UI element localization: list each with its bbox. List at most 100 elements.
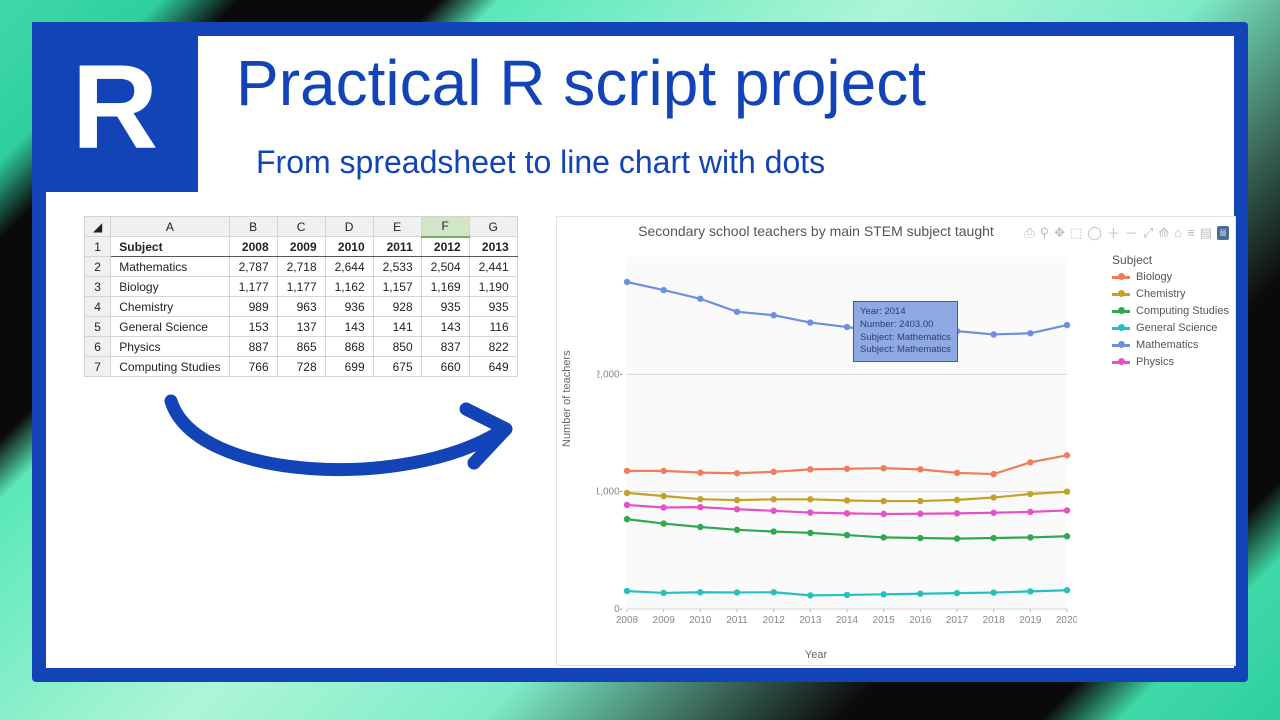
box-select-icon[interactable]: ⬚ (1070, 225, 1082, 241)
cell[interactable]: 699 (325, 357, 373, 377)
cell[interactable]: 2013 (469, 237, 517, 257)
cell[interactable]: 963 (277, 297, 325, 317)
legend-item[interactable]: Biology (1112, 271, 1229, 283)
legend-item[interactable]: Physics (1112, 356, 1229, 368)
row-number[interactable]: 3 (85, 277, 111, 297)
cell[interactable]: 1,190 (469, 277, 517, 297)
cell[interactable]: 1,177 (229, 277, 277, 297)
svg-text:2013: 2013 (799, 615, 822, 626)
row-number[interactable]: 7 (85, 357, 111, 377)
cell[interactable]: 865 (277, 337, 325, 357)
zoom-in-icon[interactable]: ＋ (1107, 223, 1120, 242)
cell[interactable]: 837 (421, 337, 469, 357)
legend-item[interactable]: Mathematics (1112, 339, 1229, 351)
plotly-badge-icon[interactable]: lil (1217, 226, 1229, 240)
cell[interactable]: 143 (421, 317, 469, 337)
cell[interactable]: Biology (111, 277, 229, 297)
line-chart[interactable]: 0-1,000-2,000-20082009201020112012201320… (597, 249, 1077, 639)
row-number[interactable]: 1 (85, 237, 111, 257)
lasso-icon[interactable]: ◯ (1087, 225, 1102, 241)
cell[interactable]: 2,644 (325, 257, 373, 277)
cell[interactable]: 116 (469, 317, 517, 337)
cell[interactable]: 822 (469, 337, 517, 357)
cell[interactable]: 2011 (373, 237, 421, 257)
cell[interactable]: 649 (469, 357, 517, 377)
svg-text:0-: 0- (614, 604, 623, 615)
cell[interactable]: 2,504 (421, 257, 469, 277)
cell[interactable]: 2,441 (469, 257, 517, 277)
cell[interactable]: Computing Studies (111, 357, 229, 377)
cell[interactable]: 141 (373, 317, 421, 337)
legend-title: Subject (1112, 253, 1229, 267)
legend-label: Computing Studies (1136, 305, 1229, 317)
col-header[interactable]: G (469, 217, 517, 237)
spike-icon[interactable]: ≡ (1187, 225, 1195, 240)
svg-text:2014: 2014 (836, 615, 859, 626)
col-header[interactable]: F (421, 217, 469, 237)
cell[interactable]: 935 (421, 297, 469, 317)
cell[interactable]: 2012 (421, 237, 469, 257)
svg-text:2008: 2008 (616, 615, 639, 626)
svg-text:2011: 2011 (726, 615, 748, 626)
cell[interactable]: 675 (373, 357, 421, 377)
row-number[interactable]: 6 (85, 337, 111, 357)
cell[interactable]: 2,718 (277, 257, 325, 277)
x-axis-label: Year (557, 649, 1075, 661)
cell[interactable]: Chemistry (111, 297, 229, 317)
legend-item[interactable]: Computing Studies (1112, 305, 1229, 317)
cell[interactable]: 1,157 (373, 277, 421, 297)
row-number[interactable]: 2 (85, 257, 111, 277)
home-icon[interactable]: ⌂ (1174, 225, 1182, 240)
cell[interactable]: 2,533 (373, 257, 421, 277)
zoom-out-icon[interactable]: － (1125, 223, 1138, 242)
pan-icon[interactable]: ✥ (1054, 225, 1065, 241)
row-number[interactable]: 5 (85, 317, 111, 337)
cell[interactable]: 137 (277, 317, 325, 337)
cell[interactable]: 935 (469, 297, 517, 317)
cell[interactable]: 2,787 (229, 257, 277, 277)
arrow-icon (156, 391, 536, 501)
cell[interactable]: 1,169 (421, 277, 469, 297)
autoscale-icon[interactable]: ⤢ (1143, 225, 1153, 241)
cell[interactable]: 936 (325, 297, 373, 317)
col-header[interactable]: A (111, 217, 229, 237)
cell[interactable]: 2008 (229, 237, 277, 257)
cell[interactable]: 989 (229, 297, 277, 317)
cell[interactable]: Mathematics (111, 257, 229, 277)
col-header[interactable]: C (277, 217, 325, 237)
zoom-icon[interactable]: ⚲ (1040, 225, 1050, 241)
hover-icon[interactable]: ▤ (1200, 225, 1212, 241)
cell[interactable]: 2009 (277, 237, 325, 257)
cell[interactable]: 868 (325, 337, 373, 357)
cell[interactable]: 2010 (325, 237, 373, 257)
cell[interactable]: General Science (111, 317, 229, 337)
reset-icon[interactable]: ⟰ (1158, 225, 1169, 241)
svg-text:2,000-: 2,000- (597, 369, 623, 380)
legend-label: Physics (1136, 356, 1174, 368)
svg-text:2018: 2018 (983, 615, 1006, 626)
legend-item[interactable]: General Science (1112, 322, 1229, 334)
cell[interactable]: 887 (229, 337, 277, 357)
page-title: Practical R script project (236, 46, 926, 120)
cell[interactable]: 660 (421, 357, 469, 377)
cell[interactable]: Subject (111, 237, 229, 257)
cell[interactable]: 1,162 (325, 277, 373, 297)
legend-item[interactable]: Chemistry (1112, 288, 1229, 300)
cell[interactable]: 766 (229, 357, 277, 377)
svg-text:2015: 2015 (873, 615, 896, 626)
cell[interactable]: Physics (111, 337, 229, 357)
row-number[interactable]: 4 (85, 297, 111, 317)
camera-icon[interactable]: ⎙ (1024, 225, 1034, 241)
cell[interactable]: 928 (373, 297, 421, 317)
cell[interactable]: 728 (277, 357, 325, 377)
svg-text:2017: 2017 (946, 615, 969, 626)
cell[interactable]: 143 (325, 317, 373, 337)
col-header[interactable]: E (373, 217, 421, 237)
svg-text:2012: 2012 (763, 615, 786, 626)
cell[interactable]: 153 (229, 317, 277, 337)
col-header[interactable]: B (229, 217, 277, 237)
cell[interactable]: 1,177 (277, 277, 325, 297)
cell[interactable]: 850 (373, 337, 421, 357)
col-header[interactable]: D (325, 217, 373, 237)
svg-text:2019: 2019 (1019, 615, 1042, 626)
